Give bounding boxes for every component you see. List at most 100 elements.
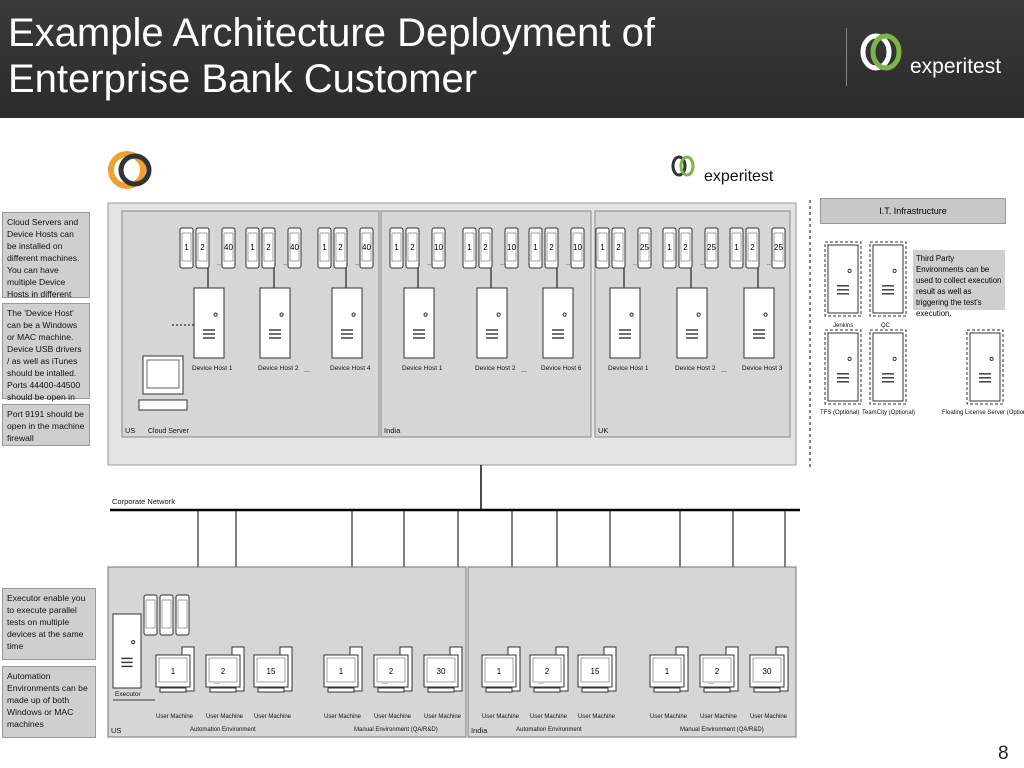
keyboard <box>581 687 609 693</box>
cloud-server-computer <box>138 355 188 411</box>
device-phone: 1 <box>317 227 332 269</box>
keyboard <box>327 687 355 693</box>
device-label: 2 <box>483 243 488 252</box>
server-tower-body <box>403 287 435 359</box>
device-label: 1 <box>600 243 605 252</box>
device-phone: 2 <box>611 227 626 269</box>
executor-label: Executor <box>115 691 141 698</box>
device-host-label: Device Host 2 <box>475 365 516 372</box>
environment-group-label: Automation Environment <box>516 727 582 733</box>
note-automation: Automation Environments can be made up o… <box>2 666 96 738</box>
corporate-network-label: Corporate Network <box>112 497 175 506</box>
device-phone: 2 <box>544 227 559 269</box>
keyboard <box>159 687 187 693</box>
device-phone: 2 <box>195 227 210 269</box>
device-host-label: Device Host 6 <box>541 365 582 372</box>
environment-region-label: US <box>111 726 121 735</box>
device-phone: 1 <box>389 227 404 269</box>
executor-server <box>112 613 142 689</box>
device-phone: 25 <box>771 227 786 269</box>
machine-number: 2 <box>389 667 394 676</box>
device-label: 2 <box>200 243 205 252</box>
device-phone: 25 <box>637 227 652 269</box>
environment-group-label: Manual Environment (QA/R&D) <box>680 727 764 733</box>
device-host-label: Device Host 2 <box>675 365 716 372</box>
device-phone: 10 <box>431 227 446 269</box>
device-phone: 40 <box>359 227 374 269</box>
ellipsis: ... <box>708 679 714 686</box>
it-server <box>969 332 1001 402</box>
device-label: 1 <box>467 243 472 252</box>
user-machine-label: User Machine <box>750 714 788 720</box>
user-machine-label: User Machine <box>530 714 568 720</box>
device-label: 1 <box>184 243 189 252</box>
device-label: 1 <box>667 243 672 252</box>
it-server-label: QC <box>881 323 891 329</box>
device-phone <box>159 594 174 636</box>
machine-number: 15 <box>267 667 276 676</box>
server-tower-body <box>743 287 775 359</box>
note-cloud-servers: Cloud Servers and Device Hosts can be in… <box>2 212 90 311</box>
server-tower-body <box>827 332 859 402</box>
ellipsis: ... <box>382 679 388 686</box>
it-server-label: TeamCity (Optional) <box>862 410 915 416</box>
device-label: 2 <box>616 243 621 252</box>
keyboard <box>653 687 681 693</box>
server-tower-body <box>872 332 904 402</box>
device-phone: 2 <box>478 227 493 269</box>
server-tower-body <box>476 287 508 359</box>
device-phone: 1 <box>595 227 610 269</box>
device-phone: 1 <box>662 227 677 269</box>
device-host-label: Device Host 1 <box>608 365 649 372</box>
header-divider <box>846 28 847 86</box>
device-label: 25 <box>640 243 649 252</box>
device-host-label: Device Host 3 <box>742 365 783 372</box>
device-phone: 1 <box>179 227 194 269</box>
environment-group-label: Manual Environment (QA/R&D) <box>354 727 438 733</box>
device-host-server <box>542 287 574 359</box>
keyboard <box>753 687 781 693</box>
device-label: 1 <box>322 243 327 252</box>
server-tower-body <box>331 287 363 359</box>
keyboard <box>257 687 285 693</box>
environment-group-label: Automation Environment <box>190 727 256 733</box>
device-host-server <box>403 287 435 359</box>
keyboard <box>138 399 188 411</box>
device-phone: 2 <box>745 227 760 269</box>
region-label: UK <box>598 426 608 435</box>
it-server <box>872 332 904 402</box>
it-server <box>827 244 859 314</box>
device-label: 2 <box>338 243 343 252</box>
device-host-server <box>676 287 708 359</box>
device-host-label: Device Host 2 <box>258 365 299 372</box>
machine-number: 30 <box>763 667 772 676</box>
keyboard <box>427 687 455 693</box>
header-logo-text: experitest <box>910 55 1002 78</box>
device-label: 10 <box>573 243 582 252</box>
device-label: 25 <box>707 243 716 252</box>
client-logo-icon <box>108 151 152 189</box>
note-third-party: Third Party Environments can be used to … <box>913 250 1005 318</box>
experitest-logo-icon <box>671 155 695 177</box>
keyboard <box>485 687 513 693</box>
device-host-server <box>743 287 775 359</box>
device-phone: 25 <box>704 227 719 269</box>
monitor-screen <box>146 359 180 389</box>
device-phone: 1 <box>245 227 260 269</box>
page-number: 8 <box>998 743 1009 764</box>
experitest-logo-icon <box>860 33 902 71</box>
device-label: 2 <box>549 243 554 252</box>
logo-ring <box>679 155 695 177</box>
device-phone: 2 <box>678 227 693 269</box>
title-line-2: Enterprise Bank Customer <box>8 57 478 101</box>
it-server <box>827 332 859 402</box>
device-phone: 1 <box>462 227 477 269</box>
device-label: 1 <box>394 243 399 252</box>
device-label: 40 <box>362 243 371 252</box>
keyboard <box>533 687 561 693</box>
server-tower-body <box>969 332 1001 402</box>
machine-number: 2 <box>715 667 720 676</box>
device-host-label: Device Host 4 <box>330 365 371 372</box>
it-server-label: Jenkins <box>833 323 853 329</box>
server-tower-body <box>827 244 859 314</box>
